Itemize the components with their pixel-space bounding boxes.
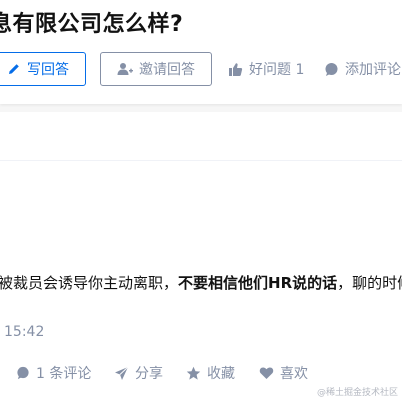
add-comment-button[interactable]: 添加评论 (324, 52, 401, 86)
question-header: 息有限公司怎么样? 写回答 邀请回答 好问题 1 添加评论 (0, 0, 402, 104)
answer-time: 15:42 (4, 324, 45, 340)
like-button[interactable]: 喜欢 (259, 360, 308, 386)
pencil-icon (7, 62, 21, 76)
answer-text-before: 被裁员会诱导你主动离职， (0, 274, 179, 292)
comment-bubble-icon (324, 62, 339, 77)
thumbs-up-icon (228, 62, 243, 77)
add-user-icon (117, 62, 133, 76)
star-icon (186, 366, 201, 381)
write-answer-label: 写回答 (27, 62, 69, 78)
comments-button[interactable]: 1 条评论 (16, 360, 91, 386)
share-button[interactable]: 分享 (114, 360, 163, 386)
heart-icon (259, 366, 274, 380)
watermark: @稀土掘金技术社区 (316, 388, 398, 398)
invite-answer-button[interactable]: 邀请回答 (100, 52, 212, 86)
comment-bubble-icon (16, 366, 30, 380)
write-answer-button[interactable]: 写回答 (0, 52, 86, 86)
question-actions: 写回答 邀请回答 好问题 1 添加评论 (0, 52, 402, 86)
invite-answer-label: 邀请回答 (139, 62, 195, 78)
favorite-button[interactable]: 收藏 (186, 360, 235, 386)
answer-actions: 1 条评论 分享 收藏 喜欢 (0, 360, 402, 386)
good-question-button[interactable]: 好问题 1 (228, 52, 304, 86)
answer-content: 被裁员会诱导你主动离职，不要相信他们HR说的话，聊的时候 (0, 272, 402, 293)
favorite-label: 收藏 (207, 366, 235, 382)
share-label: 分享 (135, 366, 163, 382)
question-title: 息有限公司怎么样? (0, 12, 184, 37)
answer-text-after: ，聊的时候 (337, 274, 402, 292)
comments-label: 1 条评论 (36, 366, 92, 382)
add-comment-label: 添加评论 (345, 62, 401, 78)
like-label: 喜欢 (280, 366, 308, 382)
answer-text-bold: 不要相信他们HR说的话 (178, 274, 338, 292)
answer-card: 被裁员会诱导你主动离职，不要相信他们HR说的话，聊的时候 15:42 1 条评论… (0, 112, 402, 402)
divider (0, 160, 402, 161)
good-question-label: 好问题 1 (249, 62, 305, 78)
paper-plane-icon (114, 366, 129, 381)
